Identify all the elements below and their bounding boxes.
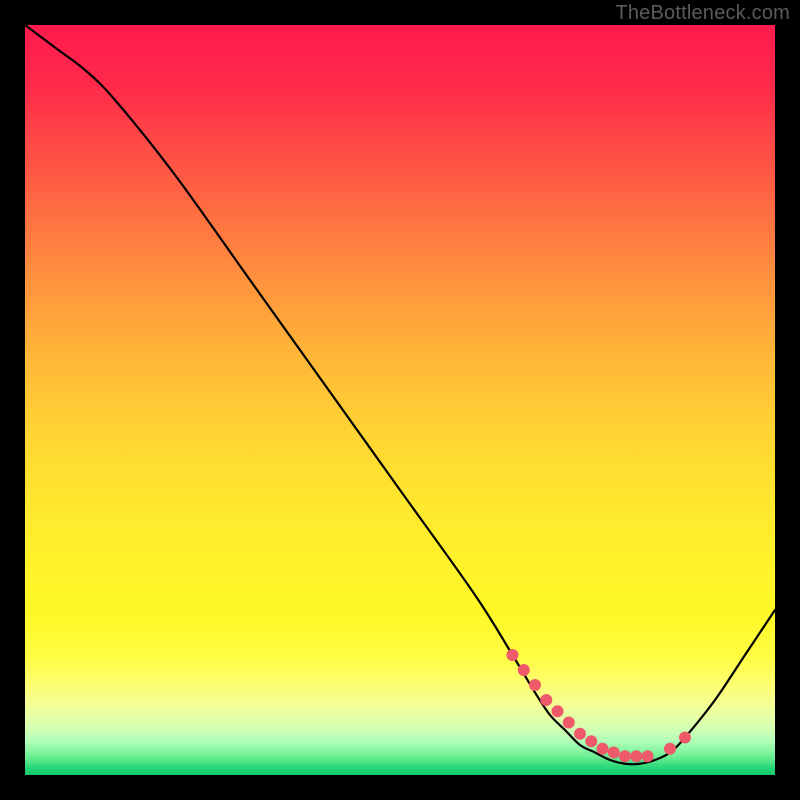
sweet-spot-dot <box>585 735 597 747</box>
sweet-spot-dot <box>507 649 519 661</box>
sweet-spot-dot <box>619 750 631 762</box>
sweet-spot-dot <box>679 732 691 744</box>
bottleneck-curve <box>25 25 775 764</box>
sweet-spot-dot <box>529 679 541 691</box>
sweet-spot-dot <box>608 747 620 759</box>
sweet-spot-dot <box>540 694 552 706</box>
chart-svg <box>25 25 775 775</box>
sweet-spot-dot <box>664 743 676 755</box>
chart-stage: TheBottleneck.com <box>0 0 800 800</box>
chart-plot-area <box>25 25 775 775</box>
sweet-spot-dot <box>574 728 586 740</box>
sweet-spot-dot <box>518 664 530 676</box>
watermark-text: TheBottleneck.com <box>615 2 790 25</box>
sweet-spot-dot <box>552 705 564 717</box>
sweet-spot-dots <box>507 649 692 762</box>
sweet-spot-dot <box>597 743 609 755</box>
sweet-spot-dot <box>563 717 575 729</box>
sweet-spot-dot <box>630 750 642 762</box>
sweet-spot-dot <box>642 750 654 762</box>
